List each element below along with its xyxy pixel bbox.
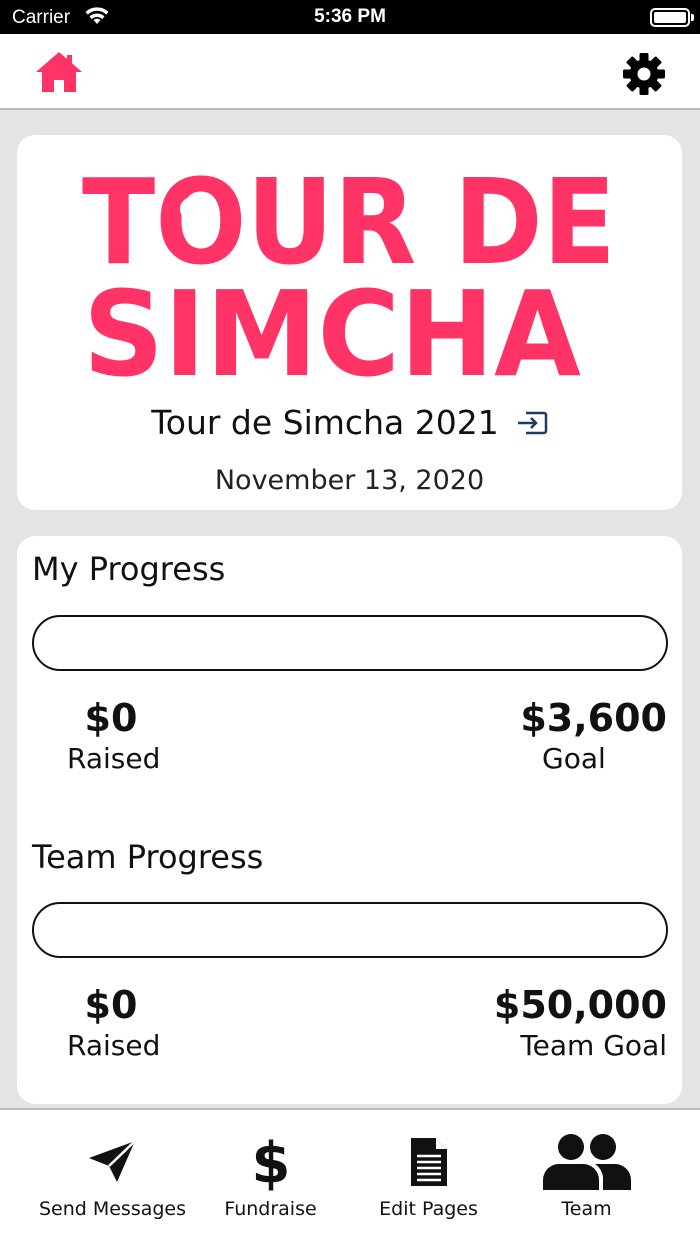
tab-bar: Send Messages $ Fundraise Edit Pages Tea…: [0, 1108, 700, 1244]
my-goal-amount: $3,600: [520, 696, 667, 740]
tab-label: Team: [561, 1198, 612, 1220]
tab-send-messages[interactable]: Send Messages: [25, 1110, 200, 1244]
progress-card: My Progress $0 Raised $3,600 Goal Team P…: [17, 536, 682, 1104]
paper-plane-icon: [88, 1140, 136, 1182]
tab-label: Send Messages: [38, 1198, 187, 1220]
tab-edit-pages[interactable]: Edit Pages: [341, 1110, 516, 1244]
my-raised-label: Raised: [67, 742, 161, 775]
team-progress-bar: [32, 902, 668, 958]
gear-icon: [623, 53, 665, 95]
my-goal-label: Goal: [542, 742, 606, 775]
team-raised-label: Raised: [67, 1029, 161, 1062]
tab-team[interactable]: Team: [499, 1110, 674, 1244]
battery-icon: [650, 8, 694, 27]
team-goal-label: Team Goal: [520, 1029, 667, 1062]
team-progress-title: Team Progress: [32, 838, 264, 876]
dollar-icon: $: [251, 1132, 290, 1192]
my-progress-bar: [32, 615, 668, 671]
event-date: November 13, 2020: [214, 465, 485, 496]
home-icon: [36, 52, 82, 92]
logo-line2: SIMCHA: [83, 265, 581, 389]
home-button[interactable]: [34, 50, 84, 94]
team-raised-amount: $0: [84, 983, 138, 1027]
switch-event-icon[interactable]: [516, 410, 548, 436]
svg-text:$: $: [251, 1132, 290, 1192]
clock-label: 5:36 PM: [314, 6, 386, 27]
status-bar: Carrier 5:36 PM: [0, 0, 700, 34]
tab-label: Fundraise: [224, 1198, 317, 1220]
my-raised-amount: $0: [84, 696, 138, 740]
event-title: Tour de Simcha 2021: [151, 403, 499, 442]
document-icon: [410, 1138, 447, 1186]
my-progress-title: My Progress: [32, 550, 226, 588]
event-title-row: Tour de Simcha 2021: [17, 403, 682, 442]
event-card: TOUR DE SIMCHA Tour de Simcha 2021 Novem…: [17, 135, 682, 510]
team-goal-amount: $50,000: [493, 983, 667, 1027]
tab-label: Edit Pages: [379, 1198, 478, 1220]
nav-bar: [0, 34, 700, 110]
tab-fundraise[interactable]: $ Fundraise: [183, 1110, 358, 1244]
settings-button[interactable]: [622, 52, 666, 96]
team-icon: [542, 1134, 631, 1190]
tour-de-simcha-logo: TOUR DE SIMCHA: [82, 159, 616, 389]
